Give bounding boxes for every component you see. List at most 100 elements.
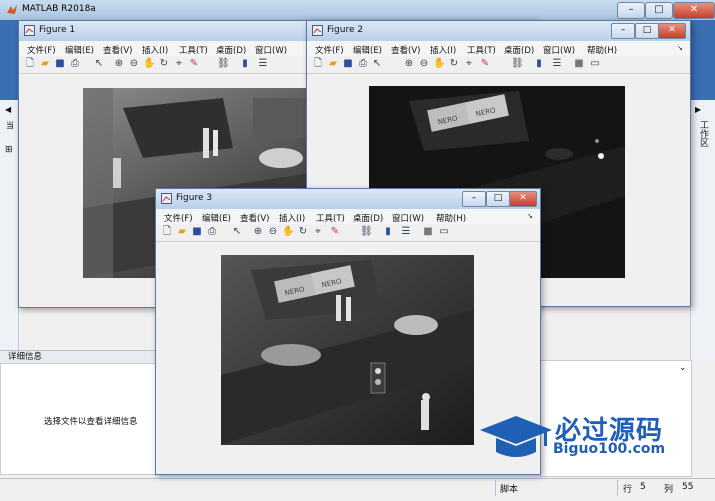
status-mode: 脚本 [500,485,519,495]
colorbar-icon[interactable]: ▮ [239,58,251,70]
save-icon[interactable]: ■ [191,226,203,238]
hide-tools-icon[interactable]: ■ [422,226,434,238]
pan-icon[interactable]: ✋ [282,226,294,238]
new-file-icon[interactable]: 🗋 [24,58,36,70]
colorbar-icon[interactable]: ▮ [382,226,394,238]
print-icon[interactable]: ⎙ [357,58,369,70]
menu-window[interactable]: 窗口(W) [543,44,575,56]
zoom-out-icon[interactable]: ⊖ [128,58,140,70]
figure-title: Figure 3 [176,193,213,203]
menu-insert[interactable]: 插入(I) [430,44,456,56]
figure-title-bar: Figure 2 – □ ✕ [307,21,690,41]
details-text: 选择文件以查看详细信息 [44,417,138,427]
menu-view[interactable]: 查看(V) [240,212,269,224]
dropdown-icon[interactable]: ⌄ [679,363,687,373]
menu-help[interactable]: 帮助(H) [436,212,466,224]
figure-title: Figure 1 [39,25,76,35]
show-tools-icon[interactable]: ▭ [438,226,450,238]
pan-icon[interactable]: ✋ [433,58,445,70]
figure-maximize-button[interactable]: □ [486,191,510,207]
print-icon[interactable]: ⎙ [206,226,218,238]
figure-toolbar: 🗋 ▰ ■ ⎙ ↖ ⊕ ⊖ ✋ ↻ ⌖ ✎ ⛓ ▮ ☰ ■ ▭ [156,224,540,242]
status-col-label: 列 [664,485,674,495]
data-cursor-icon[interactable]: ⌖ [463,58,475,70]
brush-icon[interactable]: ✎ [188,58,200,70]
link-icon[interactable]: ⛓ [511,58,524,70]
menu-file[interactable]: 文件(F) [27,44,56,56]
menu-tools[interactable]: 工具(T) [179,44,208,56]
data-cursor-icon[interactable]: ⌖ [312,226,324,238]
menu-edit[interactable]: 编辑(E) [202,212,231,224]
status-row-label: 行 [623,485,633,495]
print-icon[interactable]: ⎙ [69,58,81,70]
new-file-icon[interactable]: 🗋 [161,226,173,238]
figure-minimize-button[interactable]: – [462,191,486,207]
figure-close-button[interactable]: ✕ [509,191,537,207]
menu-file[interactable]: 文件(F) [164,212,193,224]
new-file-icon[interactable]: 🗋 [312,58,324,70]
expand-plus-icon[interactable]: ⊞ [5,145,13,155]
details-header: 详细信息 [0,350,163,363]
menu-edit[interactable]: 编辑(E) [353,44,382,56]
figure-maximize-button[interactable]: □ [635,23,659,39]
menu-window[interactable]: 窗口(W) [392,212,424,224]
legend-icon[interactable]: ☰ [400,226,412,238]
menu-insert[interactable]: 插入(I) [142,44,168,56]
hide-tools-icon[interactable]: ■ [573,58,585,70]
legend-icon[interactable]: ☰ [551,58,563,70]
data-cursor-icon[interactable]: ⌖ [173,58,185,70]
pan-icon[interactable]: ✋ [143,58,155,70]
workspace-tab[interactable]: 工作区 [694,120,710,150]
zoom-in-icon[interactable]: ⊕ [113,58,125,70]
rotate-icon[interactable]: ↻ [158,58,170,70]
rotate-icon[interactable]: ↻ [448,58,460,70]
menu-dock-icon[interactable]: ↘ [527,212,533,220]
figure-minimize-button[interactable]: – [611,23,635,39]
current-folder-label: 当 [6,121,14,130]
collapse-arrow-icon[interactable]: ◀ [5,105,11,114]
zoom-in-icon[interactable]: ⊕ [252,226,264,238]
menu-desktop[interactable]: 桌面(D) [216,44,246,56]
pointer-icon[interactable]: ↖ [231,226,243,238]
pointer-icon[interactable]: ↖ [371,58,383,70]
figure-toolbar: 🗋 ▰ ■ ⎙ ↖ ⊕ ⊖ ✋ ↻ ⌖ ✎ ⛓ ▮ ☰ ■ ▭ [307,56,690,74]
zoom-out-icon[interactable]: ⊖ [267,226,279,238]
save-icon[interactable]: ■ [342,58,354,70]
legend-icon[interactable]: ☰ [257,58,269,70]
menu-tools[interactable]: 工具(T) [316,212,345,224]
status-separator [495,480,496,496]
zoom-in-icon[interactable]: ⊕ [403,58,415,70]
menu-dock-icon[interactable]: ↘ [677,44,683,52]
link-icon[interactable]: ⛓ [360,226,373,238]
menu-desktop[interactable]: 桌面(D) [353,212,383,224]
brush-icon[interactable]: ✎ [479,58,491,70]
current-folder-strip: ◀ 当 ⊞ [0,100,19,350]
maximize-button[interactable]: □ [645,2,673,19]
rotate-icon[interactable]: ↻ [297,226,309,238]
figure-menubar: 文件(F) 编辑(E) 查看(V) 插入(I) 工具(T) 桌面(D) 窗口(W… [156,209,540,224]
menu-edit[interactable]: 编辑(E) [65,44,94,56]
menu-insert[interactable]: 插入(I) [279,212,305,224]
menu-desktop[interactable]: 桌面(D) [504,44,534,56]
show-tools-icon[interactable]: ▭ [589,58,601,70]
close-button[interactable]: ✕ [673,2,715,19]
thermal-image-3: NERO NERO [221,255,474,445]
colorbar-icon[interactable]: ▮ [533,58,545,70]
menu-tools[interactable]: 工具(T) [467,44,496,56]
menu-window[interactable]: 窗口(W) [255,44,287,56]
open-folder-icon[interactable]: ▰ [176,226,188,238]
open-folder-icon[interactable]: ▰ [327,58,339,70]
link-icon[interactable]: ⛓ [217,58,230,70]
menu-file[interactable]: 文件(F) [315,44,344,56]
menu-help[interactable]: 帮助(H) [587,44,617,56]
figure-close-button[interactable]: ✕ [658,23,686,39]
zoom-out-icon[interactable]: ⊖ [418,58,430,70]
pointer-icon[interactable]: ↖ [93,58,105,70]
minimize-button[interactable]: – [617,2,645,19]
menu-view[interactable]: 查看(V) [103,44,132,56]
menu-view[interactable]: 查看(V) [391,44,420,56]
save-icon[interactable]: ■ [54,58,66,70]
brush-icon[interactable]: ✎ [329,226,341,238]
open-folder-icon[interactable]: ▰ [39,58,51,70]
collapse-arrow-icon[interactable]: ▶ [695,105,701,114]
